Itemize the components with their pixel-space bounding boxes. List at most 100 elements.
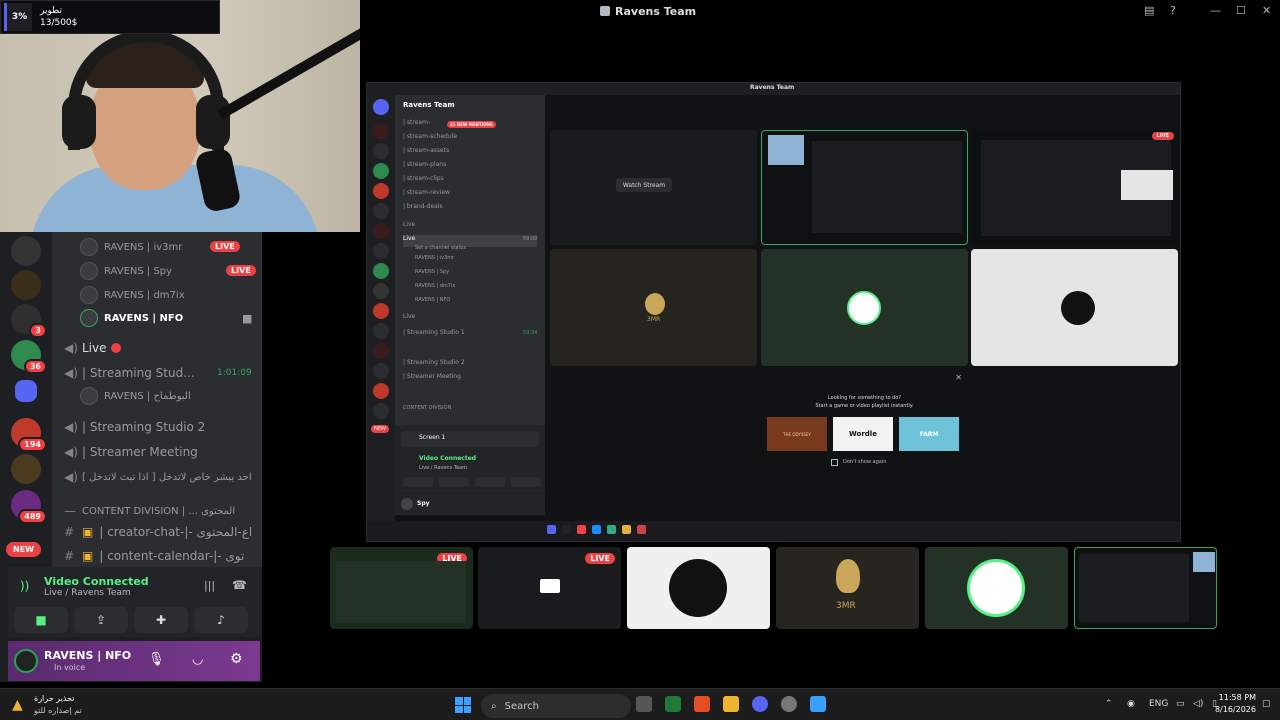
voice-channel-private[interactable]: ◀) احد يبشر خاص لاتدخل [ اذا تبث لاتدخل ] xyxy=(64,466,252,488)
voice-channel[interactable]: Live xyxy=(403,313,415,325)
weather-title[interactable]: تحذير حرارة xyxy=(34,694,74,703)
voice-channel[interactable]: | Streamer Meeting xyxy=(403,373,461,385)
participant-thumbnail[interactable]: 3MR xyxy=(776,547,919,629)
maximize-button[interactable]: ☐ xyxy=(1236,4,1246,17)
server-icon[interactable] xyxy=(373,383,389,399)
server-icon[interactable] xyxy=(373,123,389,139)
stream-tile[interactable] xyxy=(761,130,968,245)
participant-tile[interactable] xyxy=(761,249,968,366)
stream-tile[interactable]: LIVE xyxy=(971,130,1178,245)
discord-icon[interactable] xyxy=(752,696,768,712)
obs-icon[interactable] xyxy=(781,696,797,712)
voice-user[interactable]: RAVENS | iv3mr xyxy=(80,237,182,257)
server-icon[interactable] xyxy=(11,270,41,300)
category-content-division[interactable]: — CONTENT DIVISION | ... المحتوى xyxy=(64,500,235,522)
server-icon[interactable] xyxy=(373,343,389,359)
settings-gear-icon[interactable]: ⚙ xyxy=(230,651,243,667)
channel-item[interactable]: | brand-deals xyxy=(403,203,443,215)
server-icon[interactable]: 3 xyxy=(11,304,47,338)
voice-user[interactable]: RAVENS | iv3mr xyxy=(415,255,454,267)
channel-item[interactable]: | stream-review xyxy=(403,189,450,201)
server-icon[interactable]: 489 xyxy=(11,490,47,524)
language-indicator[interactable]: ENG xyxy=(1149,699,1168,709)
noise-suppression-icon[interactable]: ||| xyxy=(204,579,215,592)
server-icon[interactable] xyxy=(373,203,389,219)
watch-stream-button[interactable]: Watch Stream xyxy=(616,178,672,192)
participant-thumbnail[interactable] xyxy=(627,547,770,629)
stream-thumbnail[interactable]: LIVE xyxy=(330,547,473,629)
minimize-button[interactable]: — xyxy=(1210,4,1221,17)
screenshare-button[interactable]: ⇪ xyxy=(74,607,128,633)
help-icon[interactable]: ? xyxy=(1170,4,1176,17)
text-channel-content-calendar[interactable]: # ▣ | content-calendar-|- توى xyxy=(64,545,244,567)
voice-channel[interactable]: Live xyxy=(403,221,415,233)
clock-time[interactable]: 11:58 PM xyxy=(1214,693,1256,702)
stream-thumbnail[interactable]: LIVE xyxy=(478,547,621,629)
channel-item[interactable]: | stream- xyxy=(403,119,430,131)
channel-item[interactable]: | stream-schedule xyxy=(403,133,457,145)
server-icon[interactable] xyxy=(11,454,41,484)
voice-channel-live[interactable]: ◀) Live xyxy=(64,337,121,359)
voice-user[interactable]: RAVENS | dm7ix xyxy=(415,283,455,295)
microphone-icon[interactable]: 🎙 xyxy=(148,652,165,667)
server-name[interactable]: Ravens Team xyxy=(403,101,455,113)
server-icon[interactable] xyxy=(373,183,389,199)
volume-icon[interactable]: ◁) xyxy=(1193,699,1203,709)
close-icon[interactable]: ✕ xyxy=(955,373,962,382)
channel-item[interactable]: | stream-clips xyxy=(403,175,444,187)
category-name[interactable]: CONTENT DIVISION xyxy=(403,405,451,417)
avatar[interactable] xyxy=(14,649,38,673)
participant-tile[interactable] xyxy=(971,249,1178,366)
voice-channel[interactable]: | Streaming Studio 1 xyxy=(403,329,465,341)
new-badge[interactable]: NEW xyxy=(371,425,389,433)
activity-card[interactable]: Wordle xyxy=(833,417,893,451)
voice-status-sub[interactable]: Live / Ravens Team xyxy=(44,588,131,598)
activity-card[interactable]: THE ODYSSEY xyxy=(767,417,827,451)
server-icon[interactable] xyxy=(373,163,389,179)
notifications-icon[interactable]: ▢ xyxy=(1262,699,1271,709)
voice-channel-studio1[interactable]: ◀) | Streaming Stud... xyxy=(64,362,195,384)
mentions-badge[interactable]: 21 NEW MENTIONS xyxy=(447,121,496,128)
voice-user[interactable]: RAVENS | dm7ix xyxy=(80,285,185,305)
headphones-icon[interactable]: ◡ xyxy=(192,652,203,667)
activities-button[interactable]: ✚ xyxy=(134,607,188,633)
file-explorer-icon[interactable] xyxy=(723,696,739,712)
voice-channel-meeting[interactable]: ◀) | Streamer Meeting xyxy=(64,441,198,463)
taskbar-search[interactable]: ⌕ Search xyxy=(481,694,631,718)
server-icon[interactable] xyxy=(373,303,389,319)
server-icon[interactable] xyxy=(11,236,41,266)
activity-card[interactable]: FARM xyxy=(899,417,959,451)
camera-button[interactable]: ■ xyxy=(14,607,68,633)
task-view-icon[interactable] xyxy=(636,696,652,712)
windows-start-icon[interactable] xyxy=(455,697,471,713)
voice-user[interactable]: RAVENS | البوطماح xyxy=(80,386,191,406)
server-icon[interactable] xyxy=(373,283,389,299)
server-icon[interactable] xyxy=(373,99,389,115)
microphone-icon[interactable]: ◉ xyxy=(1127,699,1135,709)
participant-thumbnail[interactable] xyxy=(925,547,1068,629)
participant-tile[interactable]: 3MR xyxy=(550,249,757,366)
network-icon[interactable]: ▭ xyxy=(1176,699,1185,709)
server-icon[interactable] xyxy=(373,223,389,239)
stream-tile[interactable]: Watch Stream xyxy=(550,130,757,245)
close-button[interactable]: ✕ xyxy=(1262,4,1271,17)
server-icon[interactable] xyxy=(373,323,389,339)
dont-show-checkbox[interactable] xyxy=(831,459,838,466)
disconnect-icon[interactable]: ☎ xyxy=(232,578,247,592)
server-icon[interactable] xyxy=(373,143,389,159)
server-icon[interactable]: 194 xyxy=(11,418,47,452)
server-icon[interactable] xyxy=(373,363,389,379)
voice-channel[interactable]: | Streaming Studio 2 xyxy=(403,359,465,371)
server-icon[interactable] xyxy=(373,243,389,259)
folder-icon[interactable] xyxy=(15,380,37,402)
voice-status-sub[interactable]: Live / Ravens Team xyxy=(419,465,467,471)
brave-browser-icon[interactable] xyxy=(694,696,710,712)
voice-user[interactable]: RAVENS | NFO xyxy=(80,308,183,328)
voice-user[interactable]: RAVENS | Spy xyxy=(415,269,449,281)
app-icon[interactable] xyxy=(665,696,681,712)
inbox-icon[interactable]: ▤ xyxy=(1144,4,1154,17)
voice-user[interactable]: RAVENS | NFO xyxy=(415,297,450,309)
server-icon[interactable] xyxy=(373,403,389,419)
voice-channel-studio2[interactable]: ◀) | Streaming Studio 2 xyxy=(64,416,205,438)
voice-user[interactable]: RAVENS | Spy xyxy=(80,261,172,281)
